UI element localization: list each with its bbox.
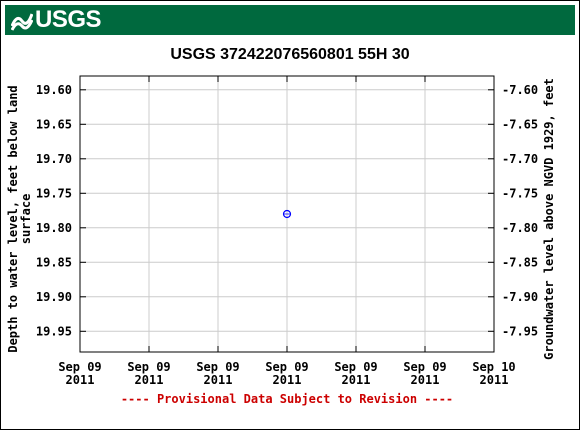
left-axis: 19.60 19.65 19.70 19.75 19.80 19.85 19.90 19.95 bbox=[36, 83, 86, 338]
left-tick-label: 19.75 bbox=[36, 186, 72, 200]
left-tick-label: 19.85 bbox=[36, 255, 72, 269]
right-tick-label: -7.65 bbox=[502, 117, 538, 131]
x-tick-label-year: 2011 bbox=[342, 373, 371, 387]
x-tick-label-date: Sep 09 bbox=[127, 360, 170, 374]
x-tick-label-date: Sep 09 bbox=[265, 360, 308, 374]
x-tick-label-year: 2011 bbox=[480, 373, 509, 387]
x-tick-label-date: Sep 09 bbox=[334, 360, 377, 374]
left-axis-label-line2: surface bbox=[19, 194, 33, 245]
right-tick-label: -7.95 bbox=[502, 324, 538, 338]
provisional-footnote: ---- Provisional Data Subject to Revisio… bbox=[121, 392, 453, 406]
x-tick-label-year: 2011 bbox=[135, 373, 164, 387]
x-tick-label-date: Sep 09 bbox=[58, 360, 101, 374]
right-tick-label: -7.60 bbox=[502, 83, 538, 97]
right-tick-label: -7.85 bbox=[502, 255, 538, 269]
left-tick-label: 19.90 bbox=[36, 290, 72, 304]
right-tick-label: -7.75 bbox=[502, 186, 538, 200]
x-tick-label-year: 2011 bbox=[273, 373, 302, 387]
right-axis-label: Groundwater level above NGVD 1929, feet bbox=[542, 78, 556, 360]
chart-title: USGS 372422076560801 55H 30 bbox=[170, 46, 409, 63]
chart-svg: USGS 372422076560801 55H 30 19.6019.6519… bbox=[6, 46, 556, 406]
right-tick-label: -7.80 bbox=[502, 221, 538, 235]
left-tick-label: 19.60 bbox=[36, 83, 72, 97]
x-tick-label-date: Sep 10 bbox=[472, 360, 515, 374]
left-tick-label: 19.65 bbox=[36, 117, 72, 131]
x-tick-label-date: Sep 09 bbox=[403, 360, 446, 374]
right-tick-label: -7.70 bbox=[502, 152, 538, 166]
x-tick-label-year: 2011 bbox=[66, 373, 95, 387]
x-tick-label-year: 2011 bbox=[204, 373, 233, 387]
left-tick-label: 19.70 bbox=[36, 152, 72, 166]
x-tick-label-date: Sep 09 bbox=[196, 360, 239, 374]
left-tick-label: 19.80 bbox=[36, 221, 72, 235]
left-tick-label: 19.95 bbox=[36, 324, 72, 338]
left-axis-label-line1: Depth to water level, feet below land bbox=[6, 85, 20, 352]
x-tick-label-year: 2011 bbox=[411, 373, 440, 387]
right-tick-label: -7.90 bbox=[502, 290, 538, 304]
right-axis: -7.60 -7.65 -7.70 -7.75 -7.80 -7.85 -7.90 -7.95 bbox=[488, 83, 538, 338]
